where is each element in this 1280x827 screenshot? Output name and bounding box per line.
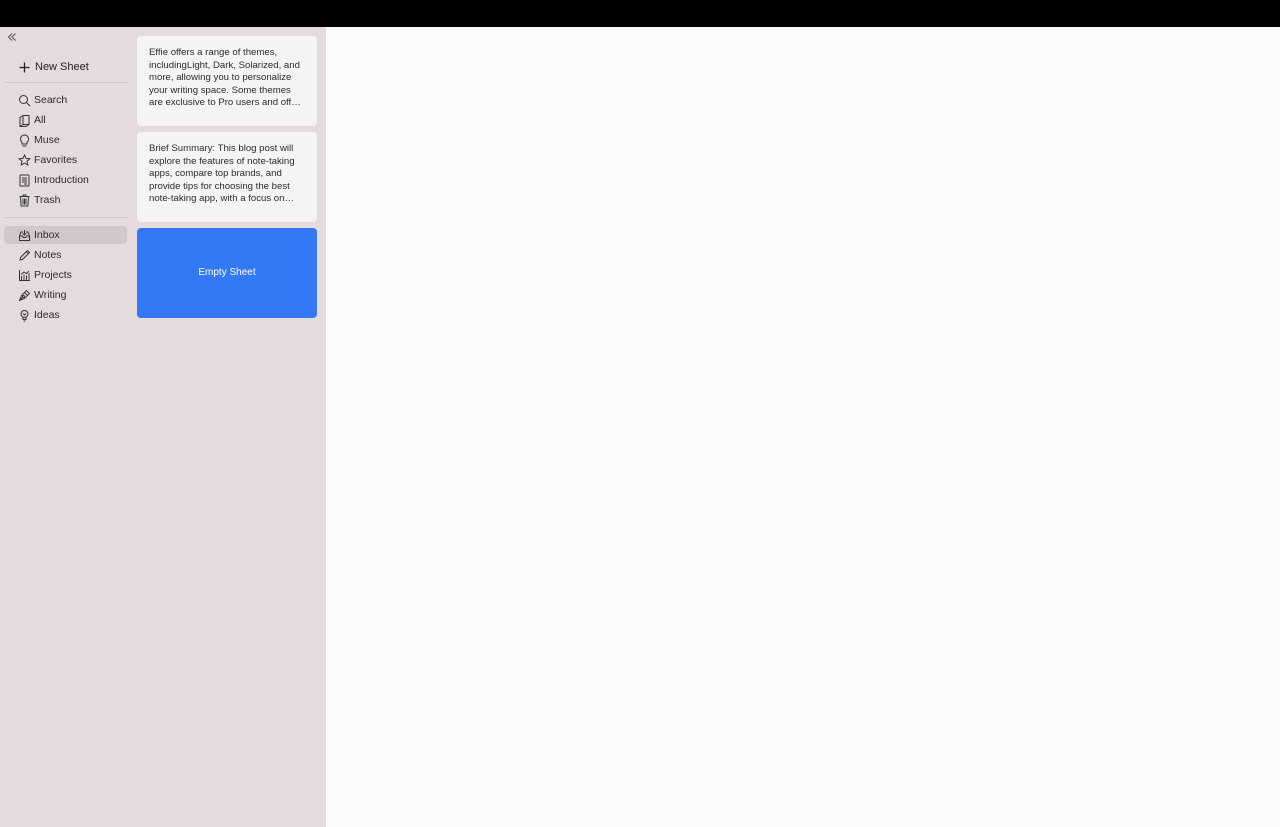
sidebar: New Sheet Search All Muse Favorites Intr… [0,27,131,827]
new-sheet-label: New Sheet [35,61,89,73]
trash-icon [19,194,30,206]
sidebar-item-label: Notes [34,249,62,261]
inbox-icon [19,229,30,241]
pen-nib-icon [18,289,31,301]
sidebar-item-label: Ideas [34,309,60,321]
collapse-sidebar-icon[interactable] [5,30,19,44]
sheet-list: Effie offers a range of themes, includin… [131,27,326,827]
all-sheets-icon [19,114,30,127]
sidebar-item-search[interactable]: Search [4,91,127,109]
editor-area[interactable] [326,27,1280,827]
sidebar-divider [5,217,128,218]
sidebar-item-introduction[interactable]: Introduction [4,171,127,189]
star-icon [18,153,31,166]
window-top-bar [0,0,1280,27]
sheet-preview: Empty Sheet [198,266,256,278]
sidebar-item-ideas[interactable]: Ideas [4,306,127,324]
sheet-preview: Brief Summary: This blog post will explo… [149,143,295,205]
sheet-card[interactable]: Effie offers a range of themes, includin… [137,36,317,126]
sidebar-item-writing[interactable]: Writing [4,286,127,304]
search-icon [19,94,31,106]
sidebar-item-all[interactable]: All [4,111,127,129]
sidebar-divider [5,82,128,83]
sidebar-item-label: Inbox [34,229,60,241]
document-icon [19,174,30,186]
sidebar-item-projects[interactable]: Projects [4,266,127,284]
idea-bulb-icon [20,309,29,321]
sidebar-item-label: Writing [34,289,67,301]
plus-icon [19,62,30,72]
sidebar-item-label: Projects [34,269,72,281]
sheet-card[interactable]: Brief Summary: This blog post will explo… [137,132,317,222]
sidebar-item-label: Introduction [34,174,89,186]
sidebar-item-label: Favorites [34,154,78,166]
pencil-icon [19,249,31,261]
sidebar-item-label: Search [34,94,68,106]
chart-icon [19,269,30,281]
sidebar-item-muse[interactable]: Muse [4,131,127,149]
sidebar-item-label: All [34,114,46,126]
sheet-card-selected[interactable]: Empty Sheet [137,228,317,318]
sidebar-item-favorites[interactable]: Favorites [4,151,127,169]
sidebar-item-label: Trash [34,194,61,206]
sidebar-item-notes[interactable]: Notes [4,246,127,264]
new-sheet-button[interactable]: New Sheet [18,58,89,76]
sheet-preview: Effie offers a range of themes, includin… [149,47,300,109]
sidebar-item-label: Muse [34,134,60,146]
sidebar-item-trash[interactable]: Trash [4,191,127,209]
lightbulb-icon [20,133,29,146]
sidebar-item-inbox[interactable]: Inbox [4,226,127,244]
